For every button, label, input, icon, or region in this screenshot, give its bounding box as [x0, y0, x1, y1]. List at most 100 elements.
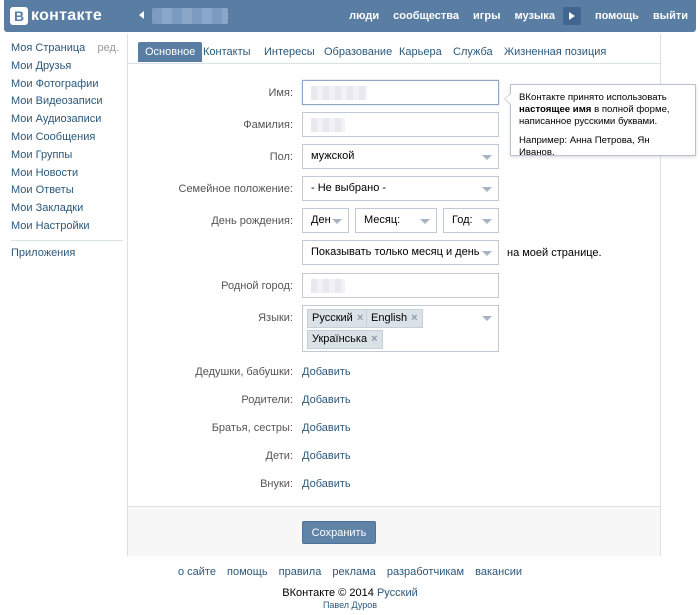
main-nav: люди сообщества игры музыка помощь выйти	[335, 0, 688, 32]
close-icon[interactable]: ×	[371, 333, 377, 345]
first-name-field[interactable]	[302, 80, 499, 105]
parents-label: Родители:	[241, 394, 293, 406]
footer-link-about[interactable]: о сайте	[178, 566, 216, 578]
chevron-down-icon	[482, 187, 492, 192]
first-name-value-pixelated	[311, 86, 367, 100]
marital-status-select[interactable]: - Не выбрано -	[302, 176, 499, 201]
tab-interests[interactable]: Интересы	[264, 42, 315, 62]
siblings-label: Братья, сестры:	[211, 422, 293, 434]
last-name-field[interactable]	[302, 112, 499, 137]
add-grandchildren-link[interactable]: Добавить	[302, 478, 351, 490]
back-arrow-icon[interactable]	[139, 11, 144, 19]
birthday-visibility-value: Показывать только месяц и день	[311, 246, 480, 258]
birth-day-value: Ден	[311, 214, 331, 226]
birth-year-value: Год:	[452, 214, 473, 226]
birthday-visibility-select[interactable]: Показывать только месяц и день	[302, 240, 499, 265]
nav-games[interactable]: игры	[473, 10, 500, 22]
logo-text: контакте	[31, 7, 103, 24]
name-tooltip: ВКонтакте принято использовать настоящее…	[504, 84, 696, 158]
header: В контакте люди сообщества игры музыка п…	[4, 0, 696, 32]
birth-month-value: Месяц:	[364, 214, 401, 226]
birthday-visibility-note: на моей странице.	[507, 247, 602, 259]
tooltip-line-rest: в полной форме,	[591, 104, 670, 115]
copyright-text: ВКонтакте © 2014	[282, 587, 374, 599]
sidebar-item-apps[interactable]: Приложения	[11, 245, 123, 263]
form-footer: Сохранить	[128, 506, 660, 556]
footer-link-developers[interactable]: разработчикам	[387, 566, 464, 578]
add-parents-link[interactable]: Добавить	[302, 394, 351, 406]
footer-link-help[interactable]: помощь	[227, 566, 268, 578]
footer-links: о сайте помощь правила реклама разработч…	[0, 566, 700, 578]
tab-contacts[interactable]: Контакты	[203, 42, 251, 62]
chevron-down-icon	[332, 219, 342, 224]
footer-link-ads[interactable]: реклама	[332, 566, 375, 578]
hometown-label: Родной город:	[221, 280, 293, 292]
tooltip-line: настоящее имя в полной форме,	[519, 104, 687, 116]
language-token-label: English	[371, 312, 408, 324]
grandparents-label: Дедушки, бабушки:	[195, 366, 293, 378]
nav-logout[interactable]: выйти	[653, 10, 688, 22]
footer-link-rules[interactable]: правила	[279, 566, 322, 578]
birthday-label: День рождения:	[211, 215, 293, 227]
close-icon[interactable]: ×	[411, 312, 417, 324]
language-token-label: Русский	[312, 312, 353, 324]
sidebar-item-friends[interactable]: Мои Друзья	[11, 58, 123, 76]
tab-bar: Основное Контакты Интересы Образование К…	[128, 34, 660, 64]
user-name-pixelated[interactable]	[152, 8, 228, 24]
tab-education[interactable]: Образование	[324, 42, 392, 62]
author-link[interactable]: Павел Дуров	[0, 600, 700, 610]
footer-link-jobs[interactable]: вакансии	[475, 566, 522, 578]
hometown-field[interactable]	[302, 273, 499, 298]
logo-mark: В	[10, 7, 28, 25]
sidebar-item-news[interactable]: Мои Новости	[11, 165, 123, 183]
copyright: ВКонтакте © 2014 Русский	[0, 587, 700, 599]
add-children-link[interactable]: Добавить	[302, 450, 351, 462]
tab-life-position[interactable]: Жизненная позиция	[504, 42, 606, 62]
languages-field[interactable]: Русский × English × Українська ×	[302, 305, 499, 352]
top-bar: В контакте люди сообщества игры музыка п…	[0, 0, 700, 32]
birth-day-select[interactable]: Ден	[302, 208, 349, 233]
nav-help[interactable]: помощь	[595, 10, 639, 22]
tooltip-example: Например: Анна Петрова, Ян Иванов.	[519, 135, 650, 158]
play-icon[interactable]	[562, 7, 581, 25]
sidebar-divider	[11, 239, 123, 241]
tab-career[interactable]: Карьера	[399, 42, 442, 62]
chevron-down-icon	[482, 251, 492, 256]
hometown-value-pixelated	[311, 279, 345, 293]
gender-value: мужской	[311, 150, 355, 162]
language-token-label: Українська	[312, 333, 368, 345]
language-token: Українська ×	[307, 330, 383, 349]
languages-label: Языки:	[258, 312, 293, 324]
last-name-value-pixelated	[311, 118, 345, 132]
save-button[interactable]: Сохранить	[302, 521, 376, 544]
add-grandparents-link[interactable]: Добавить	[302, 366, 351, 378]
edit-link[interactable]: ред.	[98, 40, 119, 58]
tooltip-line: написанное русскими буквами.	[519, 116, 658, 127]
birth-month-select[interactable]: Месяц:	[355, 208, 437, 233]
tab-service[interactable]: Служба	[453, 42, 493, 62]
chevron-down-icon[interactable]	[482, 316, 492, 321]
sidebar-item-my-page[interactable]: Моя Страница ред.	[11, 40, 123, 58]
language-token: English ×	[366, 309, 423, 328]
close-icon[interactable]: ×	[357, 312, 363, 324]
marital-status-label: Семейное положение:	[178, 183, 294, 195]
nav-people[interactable]: люди	[349, 10, 379, 22]
tooltip-line: ВКонтакте принято использовать	[519, 92, 667, 103]
children-label: Дети:	[265, 450, 293, 462]
tooltip-bold: настоящее имя	[519, 104, 592, 115]
sidebar-item-messages[interactable]: Мои Сообщения	[11, 129, 123, 147]
chevron-down-icon	[420, 219, 430, 224]
marital-status-value: - Не выбрано -	[311, 182, 387, 194]
language-token: Русский ×	[307, 309, 369, 328]
last-name-label: Фамилия:	[243, 119, 293, 131]
tab-main[interactable]: Основное	[138, 42, 203, 62]
grandchildren-label: Внуки:	[260, 478, 293, 490]
add-siblings-link[interactable]: Добавить	[302, 422, 351, 434]
nav-communities[interactable]: сообщества	[393, 10, 459, 22]
logo[interactable]: В контакте	[10, 6, 102, 26]
birth-year-select[interactable]: Год:	[443, 208, 499, 233]
language-link[interactable]: Русский	[377, 587, 418, 599]
nav-music[interactable]: музыка	[514, 10, 554, 22]
sidebar-item-label: Моя Страница	[11, 42, 86, 54]
gender-select[interactable]: мужской	[302, 144, 499, 169]
